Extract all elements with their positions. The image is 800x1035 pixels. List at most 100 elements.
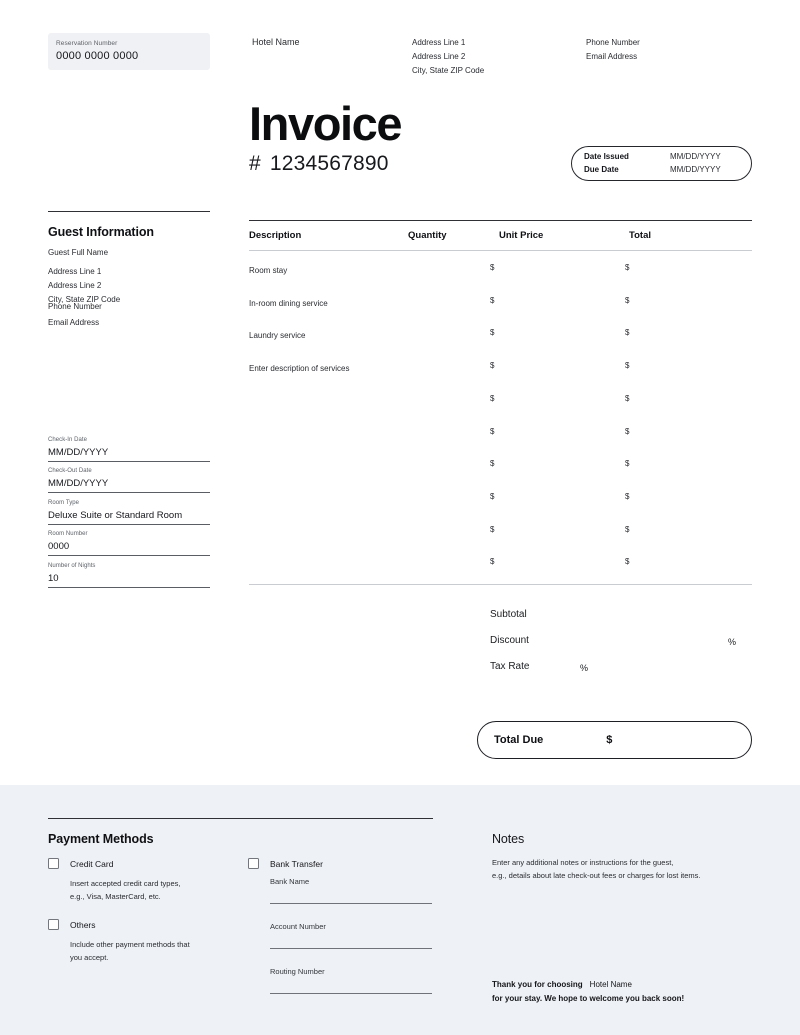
others-label[interactable]: Others [70, 920, 96, 930]
column-header-description: Description [249, 230, 302, 241]
credit-card-help-text: Insert accepted credit card types, e.g.,… [70, 879, 181, 901]
guest-address-line-1[interactable]: Address Line 1 [48, 265, 120, 279]
credit-card-checkbox[interactable] [48, 858, 59, 869]
row-unit-price[interactable]: $ [490, 459, 494, 468]
thank-you-message: Thank you for choosing Hotel Name for you… [492, 978, 684, 1006]
hotel-address-line-1[interactable]: Address Line 1 [412, 36, 484, 50]
row-unit-price[interactable]: $ [490, 394, 494, 403]
row-unit-price[interactable]: $ [490, 492, 494, 501]
room-number-input[interactable]: 0000 [48, 541, 210, 556]
column-header-quantity: Quantity [408, 230, 447, 241]
table-row[interactable]: Room stay [249, 266, 287, 275]
table-row[interactable]: Enter description of services [249, 364, 350, 373]
guest-address-line-2[interactable]: Address Line 2 [48, 279, 120, 293]
row-total[interactable]: $ [625, 394, 629, 403]
row-total[interactable]: $ [625, 361, 629, 370]
routing-number-input[interactable] [270, 993, 432, 994]
hotel-name[interactable]: Hotel Name [252, 37, 300, 47]
date-issued-value[interactable]: MM/DD/YYYY [670, 151, 721, 164]
invoice-title: Invoice [249, 97, 403, 150]
checkin-date-input[interactable]: MM/DD/YYYY [48, 447, 210, 462]
checkin-date-label: Check-In Date [48, 437, 87, 443]
invoice-number-value[interactable]: 1234567890 [270, 152, 389, 175]
hotel-address-city[interactable]: City, State ZIP Code [412, 64, 484, 78]
total-due-value[interactable]: $ [606, 734, 612, 746]
bank-transfer-checkbox[interactable] [248, 858, 259, 869]
guest-section-divider [48, 211, 210, 213]
others-checkbox[interactable] [48, 919, 59, 930]
row-unit-price[interactable]: $ [490, 328, 494, 337]
room-type-input[interactable]: Deluxe Suite or Standard Room [48, 510, 210, 525]
table-row[interactable]: Laundry service [249, 331, 305, 340]
bank-name-label: Bank Name [270, 877, 310, 886]
room-number-label: Room Number [48, 531, 88, 537]
reservation-number-box[interactable]: Reservation Number 0000 0000 0000 [48, 33, 210, 70]
row-total[interactable]: $ [625, 492, 629, 501]
table-bottom-divider [249, 584, 752, 585]
guest-phone[interactable]: Phone Number [48, 302, 102, 311]
row-unit-price[interactable]: $ [490, 296, 494, 305]
subtotal-label: Subtotal [490, 609, 527, 620]
due-date-value[interactable]: MM/DD/YYYY [670, 164, 721, 177]
total-due-label: Total Due [494, 734, 544, 746]
routing-number-label: Routing Number [270, 967, 325, 976]
row-unit-price[interactable]: $ [490, 525, 494, 534]
payment-section-divider [48, 818, 433, 820]
thanks-hotel-name[interactable]: Hotel Name [590, 980, 632, 989]
tax-rate-percent-symbol[interactable]: % [580, 663, 588, 673]
room-number-field: Room Number 0000 [48, 531, 210, 556]
hash-symbol: # [249, 152, 261, 175]
reservation-number-value[interactable]: 0000 0000 0000 [56, 50, 202, 62]
row-unit-price[interactable]: $ [490, 557, 494, 566]
number-of-nights-field: Number of Nights 10 [48, 563, 210, 588]
table-header-underline [249, 250, 752, 251]
row-total[interactable]: $ [625, 459, 629, 468]
guest-email[interactable]: Email Address [48, 318, 99, 327]
hotel-address-line-2[interactable]: Address Line 2 [412, 50, 484, 64]
due-date-label: Due Date [584, 164, 619, 174]
column-header-total: Total [629, 230, 651, 241]
date-pill-labels: Date Issued Due Date [584, 151, 670, 177]
reservation-number-label: Reservation Number [56, 40, 118, 47]
notes-body-text[interactable]: Enter any additional notes or instructio… [492, 856, 700, 882]
checkin-date-field: Check-In Date MM/DD/YYYY [48, 437, 210, 462]
row-total[interactable]: $ [625, 525, 629, 534]
number-of-nights-label: Number of Nights [48, 563, 96, 569]
checkout-date-field: Check-Out Date MM/DD/YYYY [48, 468, 210, 493]
row-unit-price[interactable]: $ [490, 427, 494, 436]
bank-name-input[interactable] [270, 903, 432, 904]
invoice-page: Reservation Number 0000 0000 0000 Hotel … [0, 0, 800, 1035]
row-unit-price[interactable]: $ [490, 361, 494, 370]
checkout-date-label: Check-Out Date [48, 468, 92, 474]
guest-full-name[interactable]: Guest Full Name [48, 248, 108, 257]
room-type-field: Room Type Deluxe Suite or Standard Room [48, 500, 210, 525]
table-row[interactable]: In-room dining service [249, 299, 328, 308]
account-number-input[interactable] [270, 948, 432, 949]
hotel-email[interactable]: Email Address [586, 50, 640, 64]
account-number-label: Account Number [270, 922, 326, 931]
hotel-contact-block: Phone Number Email Address [586, 36, 640, 64]
others-help-text: Include other payment methods that you a… [70, 940, 190, 962]
row-total[interactable]: $ [625, 263, 629, 272]
hotel-phone[interactable]: Phone Number [586, 36, 640, 50]
row-total[interactable]: $ [625, 296, 629, 305]
row-total[interactable]: $ [625, 557, 629, 566]
notes-heading: Notes [492, 832, 525, 846]
thanks-suffix: for your stay. We hope to welcome you ba… [492, 993, 685, 1003]
number-of-nights-input[interactable]: 10 [48, 573, 210, 588]
checkout-date-input[interactable]: MM/DD/YYYY [48, 478, 210, 493]
bank-transfer-label[interactable]: Bank Transfer [270, 859, 323, 869]
credit-card-label[interactable]: Credit Card [70, 859, 113, 869]
room-type-label: Room Type [48, 500, 80, 506]
guest-address-block: Address Line 1 Address Line 2 City, Stat… [48, 265, 120, 306]
payment-methods-heading: Payment Methods [48, 832, 154, 846]
invoice-number[interactable]: #1234567890 [249, 152, 389, 176]
date-pill: Date Issued Due Date MM/DD/YYYY MM/DD/YY… [571, 146, 752, 181]
row-unit-price[interactable]: $ [490, 263, 494, 272]
thanks-prefix: Thank you for choosing [492, 980, 583, 989]
date-pill-values: MM/DD/YYYY MM/DD/YYYY [670, 151, 721, 177]
row-total[interactable]: $ [625, 328, 629, 337]
discount-percent-symbol[interactable]: % [728, 637, 736, 647]
table-top-divider [249, 220, 752, 222]
row-total[interactable]: $ [625, 427, 629, 436]
